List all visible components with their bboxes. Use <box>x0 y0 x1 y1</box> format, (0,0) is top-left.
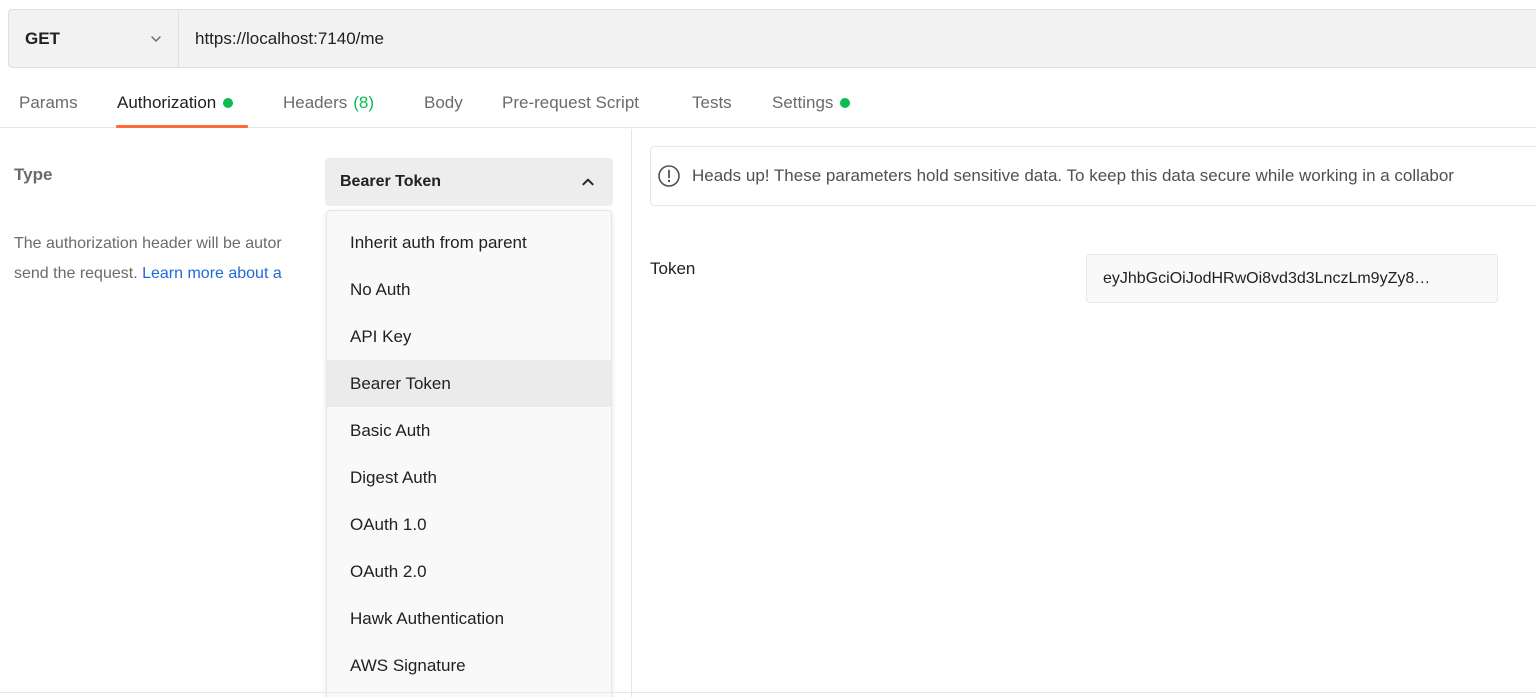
menu-item-oauth-2[interactable]: OAuth 2.0 <box>327 548 611 595</box>
sensitive-data-warning: Heads up! These parameters hold sensitiv… <box>650 146 1536 206</box>
status-dot-icon <box>223 98 234 108</box>
learn-more-link[interactable]: Learn more about a <box>142 265 282 282</box>
menu-item-aws-signature[interactable]: AWS Signature <box>327 642 611 689</box>
http-method-label: GET <box>25 28 60 48</box>
tab-label: Tests <box>692 93 732 112</box>
tab-label: Body <box>424 93 463 112</box>
auth-details-panel: Heads up! These parameters hold sensitiv… <box>632 129 1536 697</box>
info-circle-icon <box>658 165 680 187</box>
tab-label: Authorization <box>117 93 217 112</box>
chevron-up-icon <box>582 178 594 186</box>
auth-description-line: The authorization header will be autor <box>14 235 282 252</box>
menu-item-digest-auth[interactable]: Digest Auth <box>327 454 611 501</box>
tab-body[interactable]: Body <box>424 78 463 128</box>
menu-item-no-auth[interactable]: No Auth <box>327 266 611 313</box>
auth-type-select[interactable]: Bearer Token <box>325 158 613 206</box>
token-value: eyJhbGciOiJodHRwOi8vd3d3LnczLm9yZy8… <box>1103 269 1431 287</box>
tab-headers[interactable]: Headers (8) <box>283 78 374 128</box>
menu-item-oauth-1[interactable]: OAuth 1.0 <box>327 501 611 548</box>
active-tab-indicator <box>116 125 248 128</box>
tab-settings[interactable]: Settings <box>772 78 851 128</box>
warning-text: Heads up! These parameters hold sensitiv… <box>692 166 1454 185</box>
tab-label: Params <box>19 93 78 112</box>
menu-item-bearer-token[interactable]: Bearer Token <box>327 360 611 407</box>
request-tabs: Params Authorization Headers (8) Body Pr… <box>0 78 1536 128</box>
tab-authorization[interactable]: Authorization <box>117 78 234 128</box>
tab-label: Settings <box>772 93 834 112</box>
auth-description: The authorization header will be autor s… <box>14 229 326 289</box>
menu-item-inherit-auth[interactable]: Inherit auth from parent <box>327 219 611 266</box>
status-dot-icon <box>840 98 851 108</box>
auth-type-dropdown-menu: Inherit auth from parent No Auth API Key… <box>326 210 612 697</box>
tab-label: Pre-request Script <box>502 93 639 112</box>
url-input[interactable]: https://localhost:7140/me <box>179 10 1536 67</box>
auth-type-label: Type <box>14 165 53 184</box>
auth-description-line: send the request. Learn more about a <box>14 259 326 289</box>
menu-item-hawk-auth[interactable]: Hawk Authentication <box>327 595 611 642</box>
menu-item-api-key[interactable]: API Key <box>327 313 611 360</box>
tab-params[interactable]: Params <box>19 78 78 128</box>
chevron-down-icon <box>151 35 161 42</box>
http-method-select[interactable]: GET <box>9 10 179 67</box>
menu-item-basic-auth[interactable]: Basic Auth <box>327 407 611 454</box>
auth-type-value: Bearer Token <box>340 173 442 190</box>
tab-tests[interactable]: Tests <box>692 78 732 128</box>
postman-request-editor: GET https://localhost:7140/me Params Aut… <box>0 0 1536 697</box>
tab-label: Headers <box>283 93 348 112</box>
request-bar: GET https://localhost:7140/me <box>8 9 1536 68</box>
auth-description-text: send the request. <box>14 265 143 282</box>
token-label: Token <box>650 259 696 278</box>
bottom-divider <box>0 692 1536 693</box>
tab-pre-request-script[interactable]: Pre-request Script <box>502 78 639 128</box>
token-input[interactable]: eyJhbGciOiJodHRwOi8vd3d3LnczLm9yZy8… <box>1086 254 1498 303</box>
headers-count-badge: (8) <box>353 93 375 112</box>
